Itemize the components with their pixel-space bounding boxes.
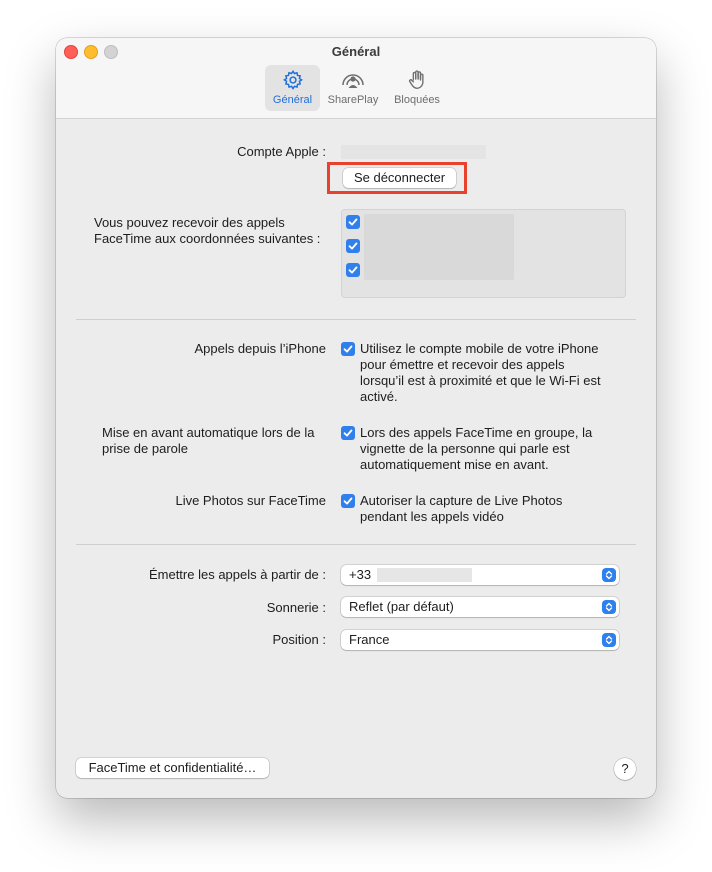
iphone-calls-label: Appels depuis l’iPhone bbox=[194, 341, 326, 356]
popup-stepper-icon bbox=[602, 600, 616, 614]
speaker-prominence-checkbox[interactable] bbox=[341, 426, 355, 440]
description-line: Utilisez le compte mobile de votre iPhon… bbox=[360, 341, 599, 356]
apple-account-label: Compte Apple : bbox=[237, 144, 326, 159]
facetime-addresses-label: Vous pouvez recevoir des appels FaceTime… bbox=[94, 215, 339, 247]
description-line: pendant les appels vidéo bbox=[360, 509, 504, 524]
location-value: France bbox=[349, 632, 390, 647]
checkmark-icon bbox=[348, 242, 358, 250]
popup-stepper-icon bbox=[602, 568, 616, 582]
description-line: vignette de la personne qui parle est bbox=[360, 441, 570, 456]
tab-blocked[interactable]: Bloquées bbox=[389, 65, 445, 111]
speaker-prominence-label-line1: Mise en avant automatique lors de la bbox=[102, 425, 315, 440]
description-line: automatiquement mise en avant. bbox=[360, 457, 549, 472]
live-photos-checkbox[interactable] bbox=[341, 494, 355, 508]
description-line: Autoriser la capture de Live Photos bbox=[360, 493, 563, 508]
speaker-prominence-label-line2: prise de parole bbox=[102, 441, 188, 456]
hand-icon bbox=[408, 70, 424, 89]
facetime-settings-window: Général Général SharePlay Bloquées Compt… bbox=[56, 38, 656, 798]
facetime-addresses-label-line2: FaceTime aux coordonnées suivantes : bbox=[94, 231, 321, 246]
shareplay-icon bbox=[342, 74, 364, 88]
apple-account-value-redacted bbox=[341, 145, 486, 159]
titlebar: Général Général SharePlay Bloquées bbox=[56, 38, 656, 119]
section-divider bbox=[76, 319, 636, 320]
call-from-popup[interactable]: +33 bbox=[341, 565, 619, 585]
iphone-calls-checkbox[interactable] bbox=[341, 342, 355, 356]
gear-icon bbox=[282, 69, 303, 90]
tab-blocked-label: Bloquées bbox=[394, 94, 440, 106]
location-label: Position : bbox=[272, 632, 326, 647]
address-checkbox-3[interactable] bbox=[346, 263, 360, 277]
tab-shareplay-label: SharePlay bbox=[327, 94, 379, 106]
ringtone-value: Reflet (par défaut) bbox=[349, 599, 454, 614]
facetime-addresses-label-line1: Vous pouvez recevoir des appels bbox=[94, 215, 285, 230]
speaker-prominence-description: Lors des appels FaceTime en groupe, la v… bbox=[360, 425, 630, 473]
description-line: pour émettre et recevoir des appels bbox=[360, 357, 565, 372]
facetime-addresses-list bbox=[341, 209, 626, 298]
speaker-prominence-label: Mise en avant automatique lors de la pri… bbox=[76, 425, 326, 457]
tab-general-label: Général bbox=[272, 94, 313, 106]
description-line: lorsqu’il est à proximité et que le Wi-F… bbox=[360, 373, 601, 388]
tab-general[interactable]: Général bbox=[265, 65, 320, 111]
ringtone-label: Sonnerie : bbox=[266, 600, 326, 615]
location-popup[interactable]: France bbox=[341, 630, 619, 650]
addresses-redacted bbox=[364, 214, 514, 280]
live-photos-description: Autoriser la capture de Live Photos pend… bbox=[360, 493, 630, 525]
description-line: Lors des appels FaceTime en groupe, la bbox=[360, 425, 593, 440]
privacy-button[interactable]: FaceTime et confidentialité… bbox=[76, 758, 269, 778]
popup-stepper-icon bbox=[602, 633, 616, 647]
help-button[interactable]: ? bbox=[614, 758, 636, 780]
tab-shareplay[interactable]: SharePlay bbox=[325, 65, 381, 111]
address-checkbox-1[interactable] bbox=[346, 215, 360, 229]
checkmark-icon bbox=[343, 497, 353, 505]
highlight-annotation bbox=[327, 162, 467, 194]
iphone-calls-description: Utilisez le compte mobile de votre iPhon… bbox=[360, 341, 630, 405]
checkmark-icon bbox=[348, 266, 358, 274]
call-from-value: +33 bbox=[349, 567, 372, 582]
call-from-label: Émettre les appels à partir de : bbox=[148, 567, 326, 582]
address-checkbox-2[interactable] bbox=[346, 239, 360, 253]
ringtone-popup[interactable]: Reflet (par défaut) bbox=[341, 597, 619, 617]
checkmark-icon bbox=[343, 345, 353, 353]
description-line: activé. bbox=[360, 389, 398, 404]
section-divider bbox=[76, 544, 636, 545]
window-title: Général bbox=[331, 44, 381, 59]
checkmark-icon bbox=[343, 429, 353, 437]
checkmark-icon bbox=[348, 218, 358, 226]
live-photos-label: Live Photos sur FaceTime bbox=[175, 493, 326, 508]
phone-number-redacted bbox=[377, 568, 472, 582]
